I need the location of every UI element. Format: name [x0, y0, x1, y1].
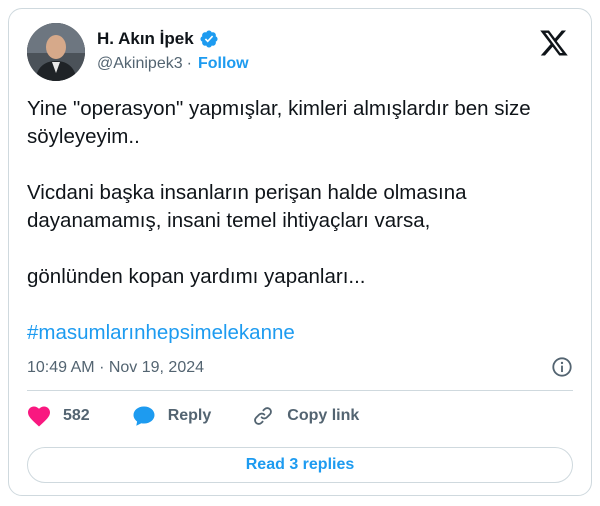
- speech-bubble-icon: [132, 405, 156, 427]
- tweet-timestamp[interactable]: 10:49 AM · Nov 19, 2024: [27, 359, 204, 377]
- tweet-header: H. Akın İpek @Akinipek3 · Follow: [27, 23, 573, 83]
- tweet-line: Vicdani başka insanların perişan halde o…: [27, 181, 467, 232]
- copy-link-label: Copy link: [287, 407, 360, 424]
- reply-button[interactable]: Reply: [120, 405, 212, 427]
- handle-separator: ·: [186, 55, 192, 72]
- reply-label: Reply: [167, 407, 212, 424]
- tweet-card: H. Akın İpek @Akinipek3 · Follow Yine "o…: [8, 8, 592, 496]
- tweet-line: Yine "operasyon" yapmışlar, kimleri almı…: [27, 97, 531, 148]
- link-icon: [251, 405, 275, 427]
- tweet-date: Nov 19, 2024: [108, 359, 205, 376]
- author-name-row: H. Akın İpek: [97, 29, 219, 49]
- read-replies-button[interactable]: Read 3 replies: [27, 447, 573, 483]
- hashtag-link[interactable]: #masumlarınhepsimelekanne: [27, 321, 295, 345]
- tweet-time: 10:49 AM: [27, 359, 95, 376]
- like-count: 582: [63, 407, 90, 424]
- divider: [27, 390, 573, 391]
- like-button[interactable]: 582: [27, 405, 90, 427]
- verified-badge-icon: [199, 29, 219, 49]
- date-separator: ·: [99, 359, 105, 376]
- tweet-text: Yine "operasyon" yapmışlar, kimleri almı…: [27, 95, 567, 291]
- author-handle[interactable]: @Akinipek3: [97, 55, 183, 73]
- action-bar: 582 Reply Copy link: [27, 402, 359, 430]
- info-icon[interactable]: [551, 356, 573, 378]
- copy-link-button[interactable]: Copy link: [239, 405, 359, 427]
- x-logo-icon[interactable]: [539, 29, 569, 57]
- author-name[interactable]: H. Akın İpek: [97, 29, 194, 49]
- tweet-line: gönlünden kopan yardımı yapanları...: [27, 265, 366, 288]
- author-handle-row: @Akinipek3 · Follow: [97, 55, 249, 73]
- avatar[interactable]: [27, 23, 85, 81]
- follow-button[interactable]: Follow: [198, 55, 249, 73]
- heart-icon: [27, 405, 51, 427]
